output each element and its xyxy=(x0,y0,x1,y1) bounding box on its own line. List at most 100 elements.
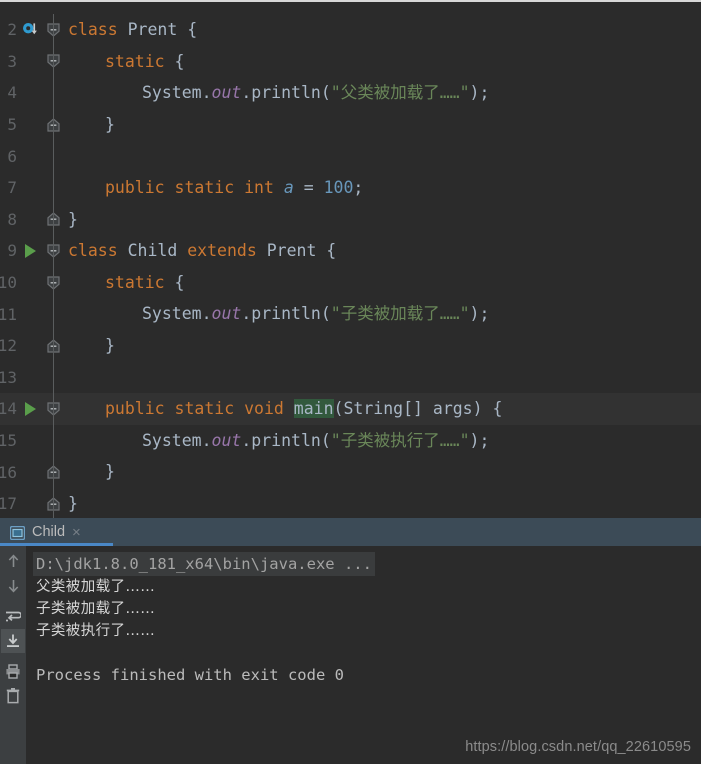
code-line[interactable]: 15 System.out.println("子类被执行了……"); xyxy=(0,424,701,457)
fold-guide-line xyxy=(44,298,62,330)
run-tool-window: Child × D:\jdk1.8.0_181_x64\bin\java.exe… xyxy=(0,518,701,764)
fold-toggle-icon[interactable] xyxy=(44,329,62,362)
code-line[interactable]: 6 xyxy=(0,140,701,172)
fold-toggle-icon[interactable] xyxy=(44,45,62,78)
fold-guide-line xyxy=(44,140,62,172)
line-number: 6 xyxy=(7,146,17,166)
line-number: 3 xyxy=(7,51,17,71)
code-text: class Child extends Prent { xyxy=(68,241,337,261)
console-command-line: D:\jdk1.8.0_181_x64\bin\java.exe ... xyxy=(33,552,375,576)
code-editor-pane[interactable]: 2 class Prent { 3 static { 4 System.out.print… xyxy=(0,0,701,518)
console-line: D:\jdk1.8.0_181_x64\bin\java.exe ... xyxy=(33,552,701,576)
line-number: 11 xyxy=(0,304,17,324)
gutter-marker-empty xyxy=(17,77,44,109)
console-output-line: Process finished with exit code 0 xyxy=(36,666,344,684)
code-line[interactable]: 16} xyxy=(0,456,701,488)
clear-all-icon[interactable] xyxy=(1,684,25,708)
tab-child[interactable]: Child × xyxy=(0,518,113,546)
fold-toggle-icon[interactable] xyxy=(44,393,62,425)
line-number: 2 xyxy=(7,20,17,40)
gutter-marker-empty xyxy=(17,109,44,141)
code-line[interactable]: 10 static { xyxy=(0,266,701,299)
scroll-to-end-icon[interactable] xyxy=(1,629,25,653)
fold-toggle-icon[interactable] xyxy=(44,108,62,141)
code-line[interactable]: 9 class Child extends Prent { xyxy=(0,235,701,267)
code-line[interactable]: 4 System.out.println("父类被加载了……"); xyxy=(0,77,701,109)
gutter-marker-empty xyxy=(17,140,44,172)
line-number: 8 xyxy=(7,209,17,229)
console-line: 子类被执行了…… xyxy=(36,620,701,642)
code-line[interactable]: 17} xyxy=(0,487,701,518)
gutter-marker-empty xyxy=(17,425,44,457)
line-number: 10 xyxy=(0,273,17,293)
code-line[interactable]: 11 System.out.println("子类被加载了……"); xyxy=(0,298,701,330)
fold-toggle-icon[interactable] xyxy=(44,456,62,488)
line-number: 17 xyxy=(0,494,17,514)
console-output[interactable]: D:\jdk1.8.0_181_x64\bin\java.exe ... 父类被加… xyxy=(26,546,701,764)
code-text: System.out.println("父类被加载了……"); xyxy=(142,83,490,103)
code-text: } xyxy=(68,493,78,513)
code-text: public static void main(String[] args) { xyxy=(105,399,503,419)
run-gutter-icon[interactable] xyxy=(17,235,44,267)
code-text: static { xyxy=(105,51,185,71)
console-line xyxy=(36,642,701,664)
line-number: 12 xyxy=(0,336,17,356)
code-text: } xyxy=(105,114,115,134)
gutter-marker-empty xyxy=(17,488,44,518)
fold-guide-line xyxy=(44,171,62,204)
fold-toggle-icon[interactable] xyxy=(44,14,62,46)
code-text: } xyxy=(105,335,115,355)
line-number: 9 xyxy=(7,241,17,261)
code-text: public static int a = 100; xyxy=(105,177,364,197)
gutter-marker-empty xyxy=(17,46,44,78)
gutter-marker-empty xyxy=(17,330,44,362)
editor-top-border xyxy=(0,0,701,2)
close-icon[interactable]: × xyxy=(72,525,81,540)
gutter-marker-empty xyxy=(17,298,44,330)
gutter-marker-empty xyxy=(17,362,44,394)
fold-guide-line xyxy=(44,424,62,457)
line-number: 13 xyxy=(0,367,17,387)
subclass-marker-icon[interactable] xyxy=(17,14,44,46)
code-line[interactable]: 2 class Prent { xyxy=(0,14,701,46)
fold-toggle-icon[interactable] xyxy=(44,235,62,267)
gutter-marker-empty xyxy=(17,456,44,488)
watermark-text: https://blog.csdn.net/qq_22610595 xyxy=(465,739,691,755)
fold-toggle-icon[interactable] xyxy=(44,266,62,299)
intellij-idea-window: 2 class Prent { 3 static { 4 System.out.print… xyxy=(0,0,701,764)
code-line[interactable]: 7 public static int a = 100; xyxy=(0,171,701,204)
code-line[interactable]: 8} xyxy=(0,203,701,236)
console-line: 子类被加载了…… xyxy=(36,598,701,620)
code-line[interactable]: 13 xyxy=(0,361,701,394)
code-line[interactable]: 5} xyxy=(0,108,701,141)
soft-wrap-icon[interactable] xyxy=(1,604,25,628)
gutter-marker-empty xyxy=(17,204,44,236)
console-side-toolbar xyxy=(0,546,26,764)
code-text: } xyxy=(68,209,78,229)
tab-label: Child xyxy=(32,524,66,540)
fold-toggle-icon[interactable] xyxy=(44,203,62,236)
fold-guide-line xyxy=(44,77,62,109)
scroll-down-icon[interactable] xyxy=(1,574,25,598)
line-number: 16 xyxy=(0,462,17,482)
code-line[interactable]: 12} xyxy=(0,329,701,362)
fold-guide-line xyxy=(44,361,62,394)
console-line: Process finished with exit code 0 xyxy=(36,664,701,686)
console-window-icon xyxy=(9,525,26,541)
code-text: static { xyxy=(105,272,185,292)
code-text: System.out.println("子类被执行了……"); xyxy=(142,430,490,450)
rerun-failed-tests-up-icon[interactable] xyxy=(1,549,25,573)
code-line[interactable]: 14 public static void main(String[] args)… xyxy=(0,393,701,425)
fold-toggle-icon[interactable] xyxy=(44,487,62,518)
console-output-line: 父类被加载了…… xyxy=(36,579,156,595)
line-number: 15 xyxy=(0,431,17,451)
console-line: 父类被加载了…… xyxy=(36,576,701,598)
run-gutter-icon[interactable] xyxy=(17,393,44,425)
console-body: D:\jdk1.8.0_181_x64\bin\java.exe ... 父类被加… xyxy=(0,546,701,764)
console-output-line: 子类被加载了…… xyxy=(36,601,156,617)
run-tab-bar: Child × xyxy=(0,518,701,546)
code-text: } xyxy=(105,462,115,482)
code-line[interactable]: 3 static { xyxy=(0,45,701,78)
print-icon[interactable] xyxy=(1,659,25,683)
